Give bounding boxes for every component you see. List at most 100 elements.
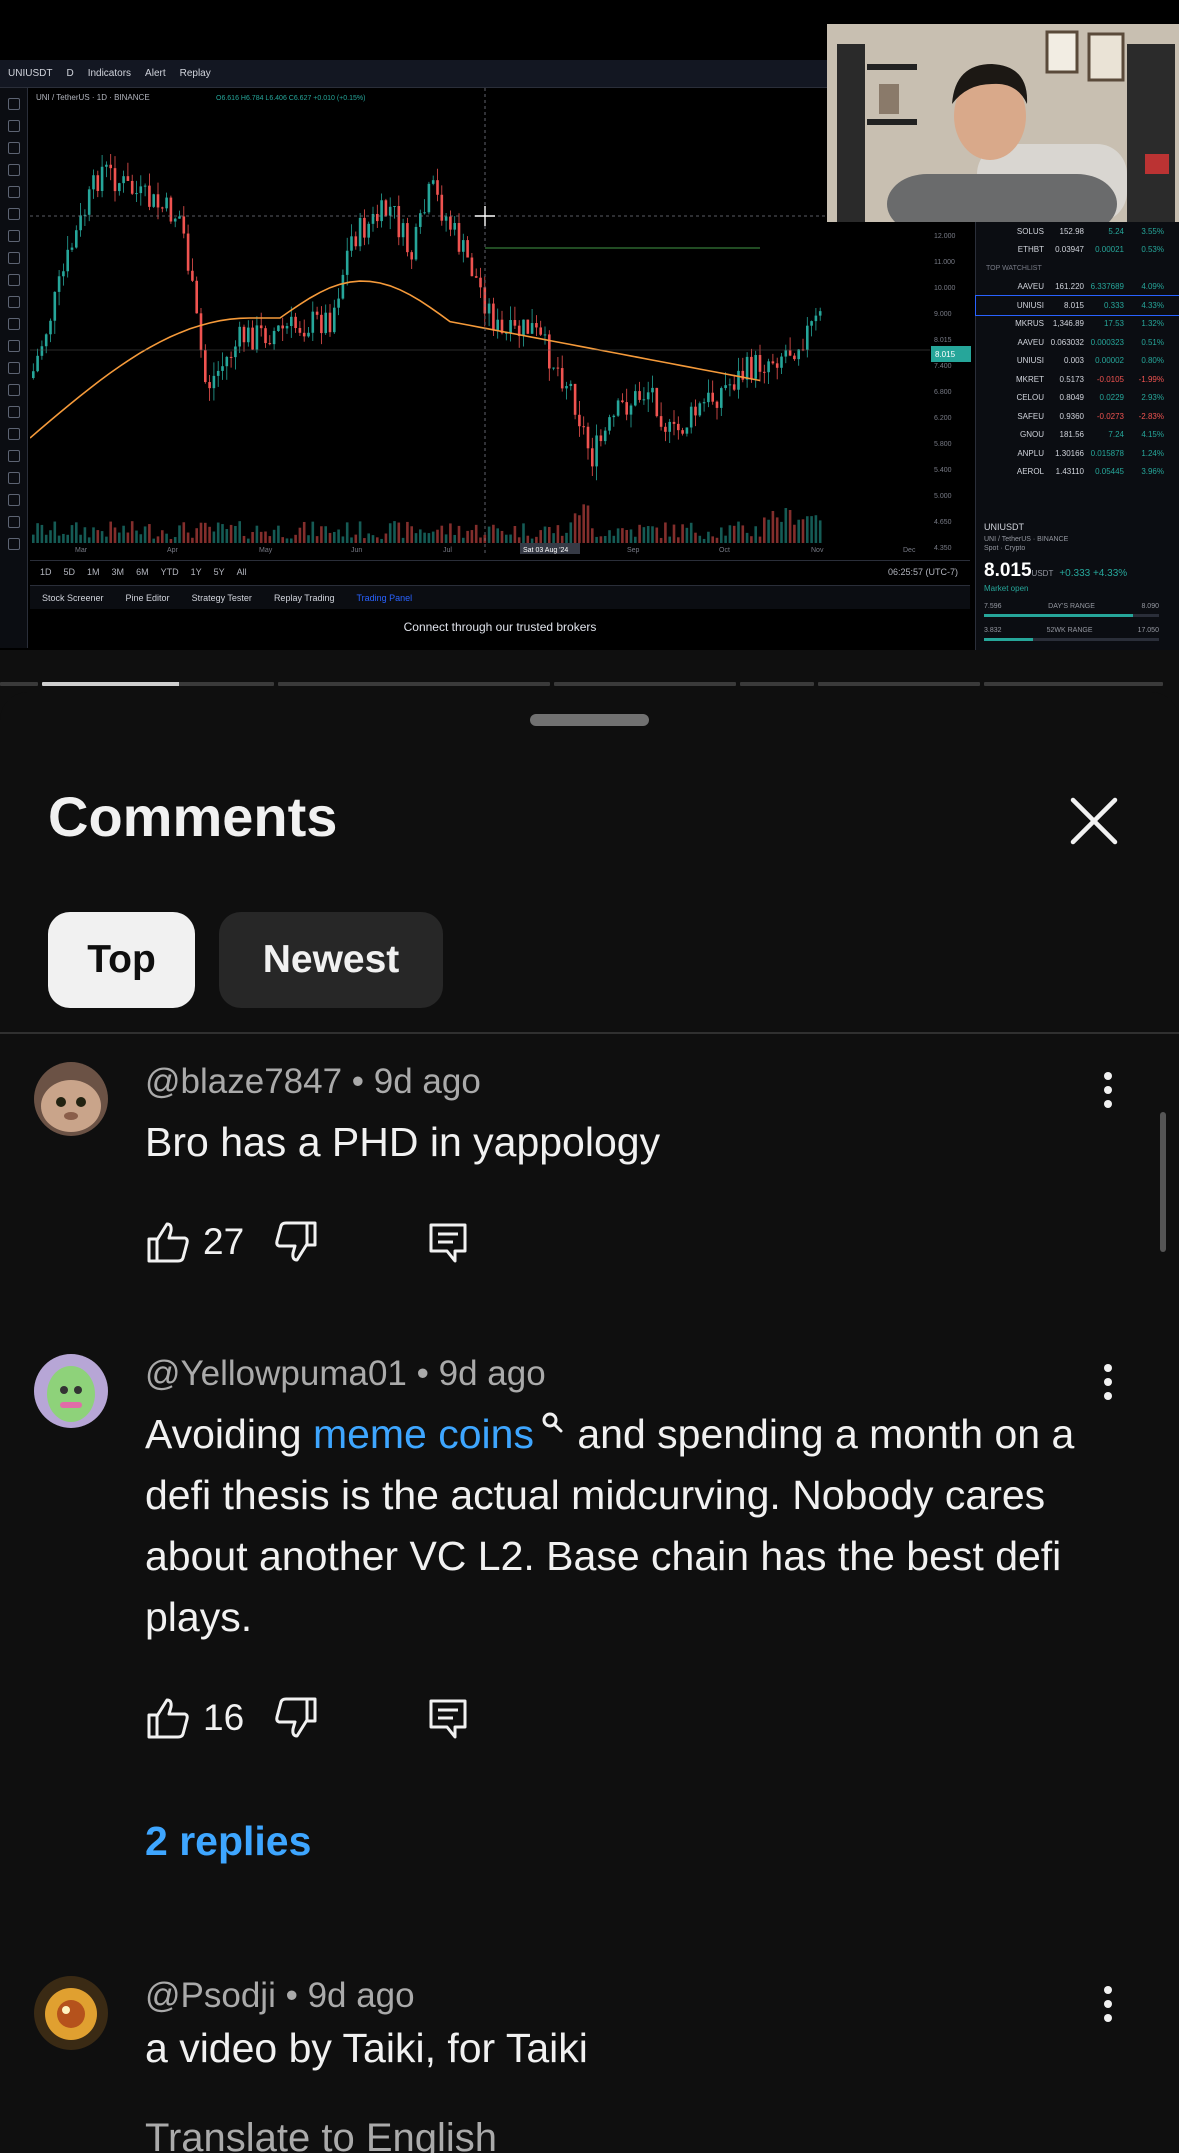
candle-body [689,406,693,428]
watchlist-row[interactable]: UNIUSI 8.015 0.333 4.33% [975,295,1179,316]
watchlist-row[interactable]: ANPLU 1.30166 0.015878 1.24% [976,444,1179,463]
watchlist-row[interactable]: AAVEU 161.220 6.337689 4.09% [976,278,1179,297]
candle-body [212,375,216,389]
translate-link[interactable]: Translate to English [145,2116,497,2153]
volume-bar [126,532,130,543]
comment-author[interactable]: @Yellowpuma01 [145,1354,407,1393]
candle-body [487,303,491,314]
comment-age: 9d ago [438,1354,546,1393]
candle-body [294,316,297,329]
candle-body [556,367,560,369]
candle-body [634,391,637,406]
watchlist-row[interactable]: GNOU 181.56 7.24 4.15% [976,426,1179,445]
toolbar-alert: Alert [145,68,166,79]
volume-bar [259,531,263,543]
candle-body [182,216,186,234]
volume-bar [535,536,538,543]
candle-body [659,416,663,427]
reply-icon[interactable] [425,1695,471,1741]
candle-body [797,349,800,360]
candle-body [169,197,173,222]
volume-bar [238,521,241,543]
candle-body [199,313,203,351]
time-axis-label: Dec [903,547,916,554]
volume-bar [526,535,530,543]
like-icon[interactable] [145,1695,191,1741]
view-replies-button[interactable]: 2 replies [145,1818,311,1865]
watchlist-row[interactable]: SAFEU 0.9360 -0.0273 -2.83% [976,407,1179,426]
watchlist-row[interactable]: ETHBT 0.03947 0.00021 0.53% [976,241,1179,260]
volume-bar [788,510,792,543]
volume-bar [208,526,211,543]
watchlist-row[interactable]: MKRUS 1,346.89 17.53 1.32% [976,315,1179,334]
volume-bar [444,534,448,543]
volume-bar [659,537,663,543]
candle-body [307,332,310,337]
volume-bar [152,538,155,543]
candle-body [737,370,740,390]
candle-body [560,368,564,389]
volume-bar [53,521,57,543]
reply-icon[interactable] [425,1219,471,1265]
candle-body [449,216,452,230]
panel-tabs: Stock Screener Pine Editor Strategy Tester… [30,585,970,609]
candle-body [221,366,224,371]
close-icon[interactable] [1063,790,1125,852]
candle-body [638,391,641,400]
candle-body [818,311,822,316]
candle-body [427,183,431,213]
watchlist-row[interactable]: AAVEU 0.063032 0.000323 0.51% [976,333,1179,352]
candle-body [470,257,474,277]
candle-body [724,385,727,389]
candle-body [49,320,52,335]
volume-bar [255,525,259,543]
candle-body [337,298,340,308]
candle-body [780,356,783,368]
volume-bar [423,532,426,543]
candle-body [75,230,78,248]
volume-bar [281,537,284,543]
candle-body [118,183,121,192]
volume-bar [242,535,246,543]
video-player[interactable]: UNIUSDT D Indicators Alert Replay UNI / … [0,0,1179,650]
tab-newest[interactable]: Newest [219,912,443,1008]
watchlist-row[interactable]: CELOU 0.8049 0.0229 2.93% [976,389,1179,408]
avatar[interactable] [34,1062,108,1136]
volume-bar [105,536,108,543]
sheet-drag-handle[interactable] [530,714,649,726]
candle-body [646,392,650,400]
candle-body [367,223,370,238]
avatar[interactable] [34,1976,108,2050]
watchlist-row[interactable]: UNIUSI 0.003 0.00002 0.80% [976,352,1179,371]
comment-author[interactable]: @blaze7847 [145,1062,342,1101]
watchlist-row[interactable]: SOLUS 152.98 5.24 3.55% [976,222,1179,241]
volume-bar [634,536,637,543]
volume-bar [642,527,646,543]
price-axis-label: 7.400 [934,363,952,370]
sort-tabs: Top Newest [48,912,443,1008]
dislike-icon[interactable] [273,1695,319,1741]
volume-bar [358,521,362,543]
volume-bar [573,513,577,543]
like-icon[interactable] [145,1219,191,1265]
watchlist-row[interactable]: MKRET 0.5173 -0.0105 -1.99% [976,370,1179,389]
volume-bar [793,524,796,543]
scrollbar[interactable] [1160,1112,1166,1252]
dislike-icon[interactable] [273,1219,319,1265]
candle-body [462,240,465,252]
candle-body [376,214,379,222]
chapter-progress-bar[interactable] [0,682,1179,688]
candle-body [775,363,779,368]
volume-bar [797,519,800,543]
price-axis-label: 12.000 [934,233,956,240]
comment-author[interactable]: @Psodji [145,1976,276,2015]
candle-body [423,212,426,214]
comment-meta: @blaze7847 • 9d ago [145,1062,481,1101]
watchlist-row[interactable]: AEROL 1.43110 0.05445 3.96% [976,463,1179,482]
candle-body [810,321,813,326]
more-options-icon[interactable] [1090,1062,1126,1118]
more-options-icon[interactable] [1090,1354,1126,1410]
tab-top[interactable]: Top [48,912,195,1008]
avatar[interactable] [34,1354,108,1428]
search-link[interactable]: meme coins [313,1411,566,1457]
